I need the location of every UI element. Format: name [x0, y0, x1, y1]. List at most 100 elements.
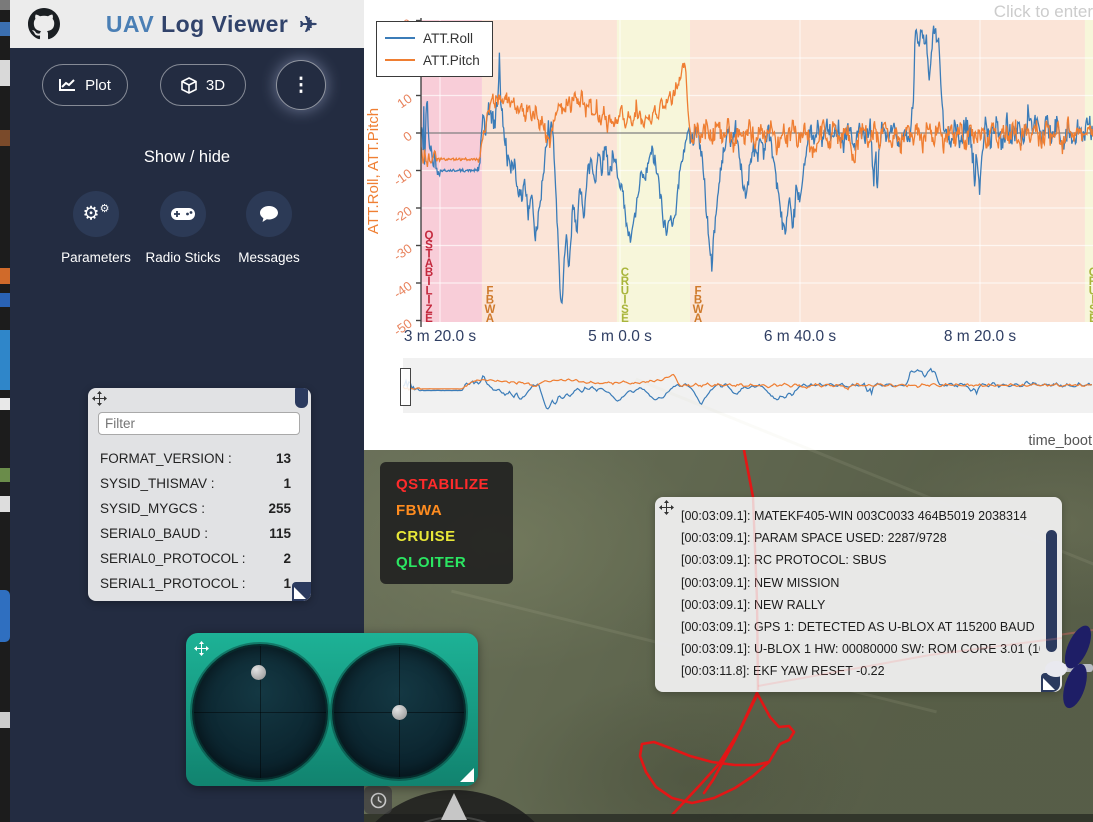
parameter-name: SYSID_THISMAV :	[100, 471, 215, 496]
parameter-value: 1	[283, 471, 291, 496]
message-line: [00:03:09.1]: NEW RALLY	[681, 594, 1040, 616]
page-title: UAV Log Viewer ✈	[60, 11, 364, 38]
chat-bubble-icon	[260, 206, 278, 222]
toggle-label-messages: Messages	[214, 250, 324, 265]
svg-text:3 m 20.0 s: 3 m 20.0 s	[404, 328, 477, 345]
parameter-value: 2	[283, 546, 291, 571]
svg-text:QSTABILIZE: QSTABILIZE	[425, 230, 434, 325]
message-line: [00:03:11.8]: EKF YAW RESET -0.22	[681, 660, 1040, 682]
show-hide-title: Show / hide	[10, 148, 364, 167]
github-icon[interactable]	[28, 8, 60, 40]
flight-mode-label: CRUISE	[396, 524, 513, 550]
parameter-row[interactable]: SERIAL0_PROTOCOL : 2	[100, 546, 291, 571]
message-line: [00:03:09.1]: GPS 1: DETECTED AS U-BLOX …	[681, 616, 1040, 638]
parameters-scrollbar[interactable]	[295, 388, 308, 408]
parameter-list: FORMAT_VERSION :13SYSID_THISMAV :1SYSID_…	[100, 446, 291, 601]
plot-tab-button[interactable]: Plot	[42, 64, 128, 106]
parameter-row[interactable]: SERIAL0_BAUD : 115	[100, 521, 291, 546]
clock-icon	[370, 792, 387, 809]
legend-label-roll: ATT.Roll	[423, 31, 473, 46]
parameter-value: 13	[276, 446, 291, 471]
message-line: [00:03:09.1]: NEW MISSION	[681, 572, 1040, 594]
desktop-edge-strip	[0, 0, 10, 822]
toggle-messages-button[interactable]	[246, 191, 292, 237]
messages-panel: [00:03:09.1]: MATEKF405-WIN 003C0033 464…	[655, 497, 1062, 692]
message-list: [00:03:09.1]: MATEKF405-WIN 003C0033 464…	[681, 505, 1040, 683]
parameter-row[interactable]: SERIAL1_PROTOCOL : 1	[100, 571, 291, 596]
parameters-resize-handle[interactable]	[292, 582, 311, 601]
toggle-radio-sticks-button[interactable]	[160, 191, 206, 237]
flight-mode-label: QSTABILIZE	[396, 472, 513, 498]
app-header: UAV Log Viewer ✈	[10, 0, 364, 48]
move-handle-icon[interactable]	[659, 500, 674, 515]
more-menu-button[interactable]: ⋮	[276, 60, 326, 110]
clock-button[interactable]	[364, 786, 392, 814]
message-line: [00:03:09.1]: U-BLOX 1 HW: 00080000 SW: …	[681, 638, 1040, 660]
legend-label-pitch: ATT.Pitch	[423, 53, 480, 68]
messages-scrollbar[interactable]	[1046, 530, 1057, 652]
parameter-value: 1	[283, 571, 291, 596]
3d-tab-button[interactable]: 3D	[160, 64, 246, 106]
gears-icon: ⚙⚙	[83, 202, 110, 225]
left-stick-gauge	[192, 644, 328, 780]
move-handle-icon[interactable]	[194, 641, 209, 656]
svg-text:-40: -40	[391, 278, 415, 301]
filter-input[interactable]	[98, 412, 300, 435]
vertical-ellipsis-icon: ⋮	[292, 74, 311, 97]
pitch-line-swatch	[385, 59, 415, 61]
svg-text:CRUISE: CRUISE	[1089, 267, 1093, 325]
uav-log-viewer-app: { "window": { "click_to_enter": "Click t…	[0, 0, 1093, 822]
parameters-panel: FORMAT_VERSION :13SYSID_THISMAV :1SYSID_…	[88, 388, 311, 601]
legend-item-roll[interactable]: ATT.Roll	[385, 27, 480, 49]
gamepad-icon	[171, 207, 195, 221]
flight-mode-label: FBWA	[396, 498, 513, 524]
range-overview-chart[interactable]	[403, 358, 1093, 413]
messages-resize-handle[interactable]	[1041, 673, 1060, 692]
right-stick-position	[392, 705, 407, 720]
compass-needle-icon	[441, 793, 467, 820]
parameter-name: SERIAL0_PROTOCOL :	[100, 546, 246, 571]
message-line: [00:03:09.1]: RC PROTOCOL: SBUS	[681, 549, 1040, 571]
toggle-parameters-button[interactable]: ⚙⚙	[73, 191, 119, 237]
plane-icon: ✈	[299, 12, 318, 37]
plot-section: Click to enter 3020100-10-20-30-40-50ATT…	[364, 0, 1093, 450]
left-stick-position	[251, 665, 266, 680]
message-line: [00:03:09.1]: MATEKF405-WIN 003C0033 464…	[681, 505, 1040, 527]
chart-legend: ATT.Roll ATT.Pitch	[376, 21, 493, 77]
svg-text:-10: -10	[391, 166, 415, 189]
svg-text:8 m 20.0 s: 8 m 20.0 s	[944, 328, 1017, 345]
message-line: [00:03:09.1]: PARAM SPACE USED: 2287/972…	[681, 527, 1040, 549]
svg-text:CRUISE: CRUISE	[621, 267, 630, 325]
parameter-value: 255	[268, 496, 291, 521]
svg-text:5 m 0.0 s: 5 m 0.0 s	[588, 328, 652, 345]
parameter-name: SERIAL1_BAUD :	[100, 596, 208, 601]
parameter-value: 115	[269, 521, 291, 546]
radio-sticks-widget	[186, 633, 478, 786]
move-handle-icon[interactable]	[92, 391, 107, 406]
parameter-name: SYSID_MYGCS :	[100, 496, 205, 521]
parameter-row[interactable]: FORMAT_VERSION : 13	[100, 446, 291, 471]
flight-mode-label: QLOITER	[396, 550, 513, 576]
parameter-row[interactable]: SYSID_MYGCS : 255	[100, 496, 291, 521]
svg-text:-20: -20	[391, 203, 415, 226]
click-to-enter-hint[interactable]: Click to enter	[994, 2, 1093, 22]
chart-line-icon	[59, 78, 76, 92]
parameter-row[interactable]: SERIAL1_BAUD : 38	[100, 596, 291, 601]
parameter-name: FORMAT_VERSION :	[100, 446, 232, 471]
right-stick-gauge	[332, 645, 466, 779]
svg-text:-30: -30	[391, 241, 415, 264]
roll-line-swatch	[385, 37, 415, 39]
svg-text:ATT.Roll, ATT.Pitch: ATT.Roll, ATT.Pitch	[365, 108, 382, 234]
legend-item-pitch[interactable]: ATT.Pitch	[385, 49, 480, 71]
range-selector-handle[interactable]	[400, 368, 411, 406]
cube-icon	[181, 77, 197, 94]
parameter-value: 38	[276, 596, 291, 601]
parameter-row[interactable]: SYSID_THISMAV : 1	[100, 471, 291, 496]
svg-text:10: 10	[394, 91, 414, 112]
parameter-name: SERIAL0_BAUD :	[100, 521, 208, 546]
x-axis-title: time_boot	[1028, 433, 1092, 449]
flight-modes-legend: QSTABILIZEFBWACRUISEQLOITER	[380, 462, 513, 584]
svg-text:6 m 40.0 s: 6 m 40.0 s	[764, 328, 837, 345]
radio-resize-handle[interactable]	[460, 768, 474, 782]
parameter-name: SERIAL1_PROTOCOL :	[100, 571, 246, 596]
